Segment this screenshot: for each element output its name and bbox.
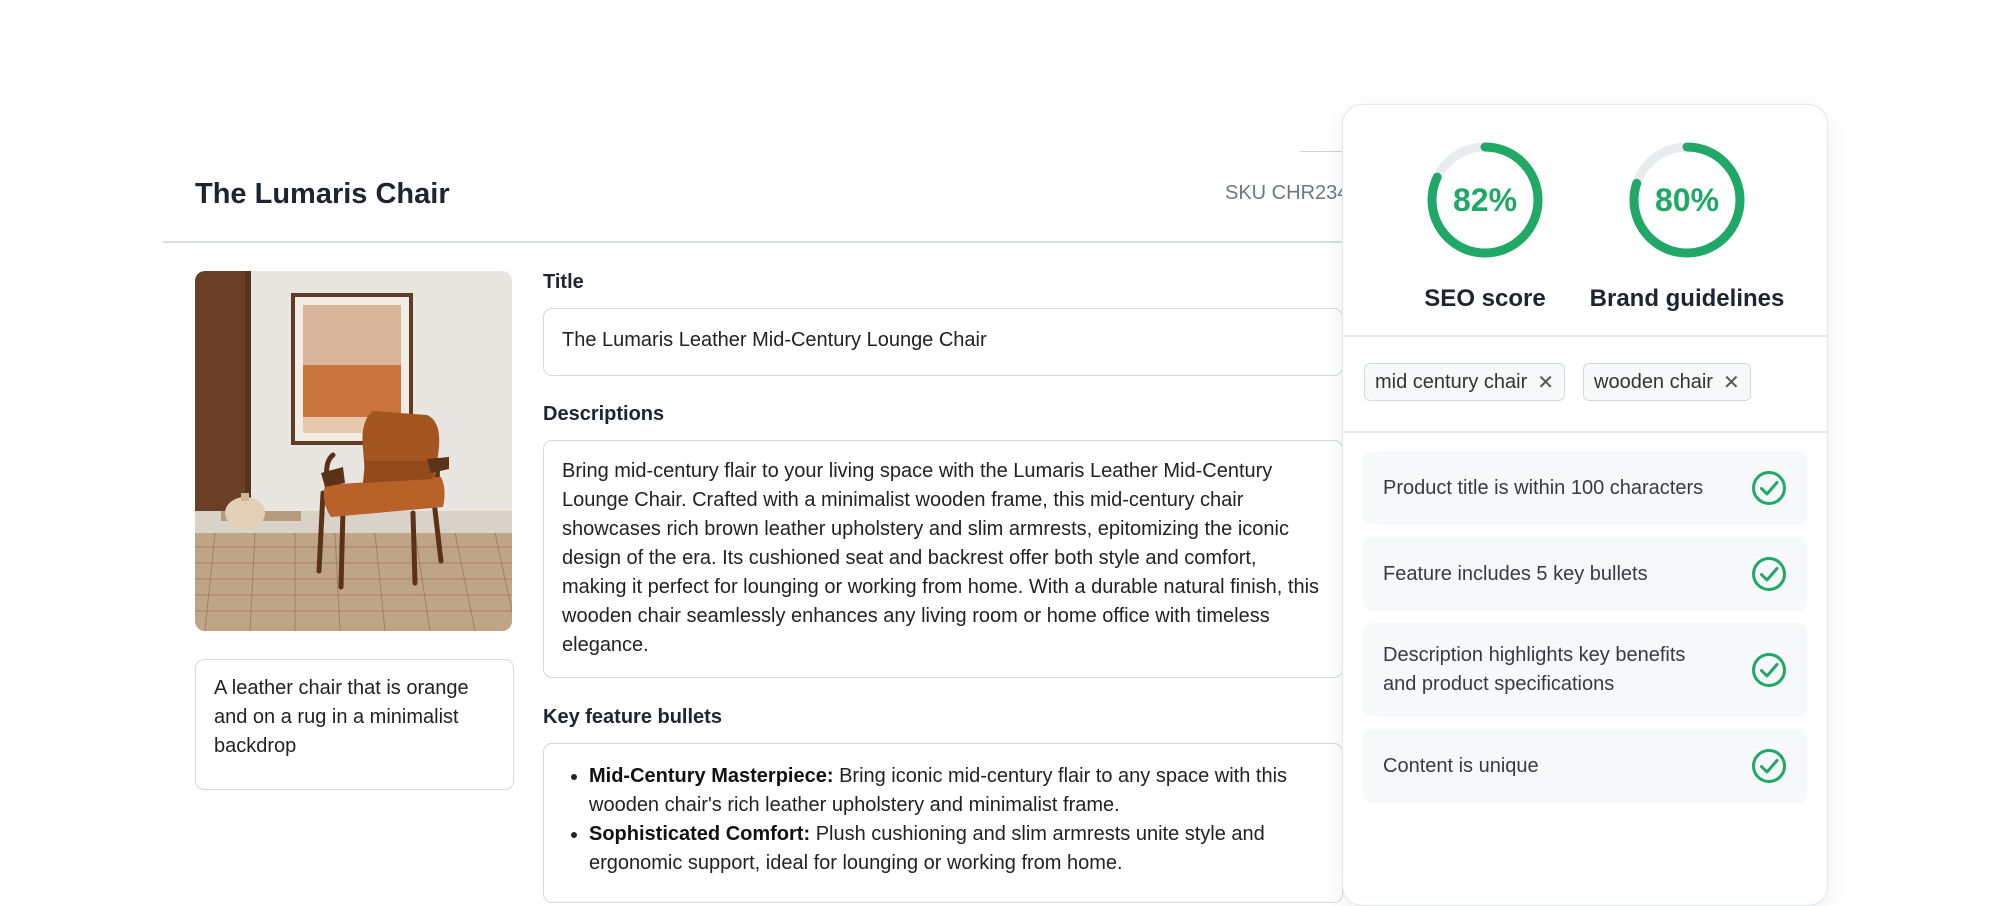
check-circle-icon — [1752, 749, 1786, 783]
title-input[interactable]: The Lumaris Leather Mid-Century Lounge C… — [543, 308, 1343, 376]
close-icon[interactable]: ✕ — [1537, 370, 1554, 395]
keyword-tag: wooden chair ✕ — [1583, 363, 1751, 401]
check-circle-icon — [1752, 557, 1786, 591]
description-textarea[interactable]: Bring mid-century flair to your living s… — [543, 440, 1343, 678]
keyword-tag-label: wooden chair — [1594, 370, 1713, 393]
check-item-label: Description highlights key benefits and … — [1383, 644, 1686, 695]
header-divider — [163, 241, 1343, 243]
image-alt-text[interactable]: A leather chair that is orange and on a … — [195, 659, 514, 790]
check-item: Content is unique — [1363, 729, 1807, 803]
title-label: Title — [543, 271, 584, 293]
content-score-panel: 82% SEO score 80% Brand guidelines mid c… — [1342, 104, 1828, 906]
bullets-label: Key feature bullets — [543, 706, 722, 728]
keyword-tag-label: mid century chair — [1375, 370, 1528, 393]
check-circle-icon — [1752, 653, 1786, 687]
check-item-label: Content is unique — [1383, 754, 1539, 777]
seo-score-value: 82% — [1452, 182, 1518, 218]
bullet-item: Sophisticated Comfort: Plush cushioning … — [589, 820, 1324, 878]
check-item: Description highlights key benefits and … — [1363, 623, 1807, 717]
brand-score-value: 80% — [1654, 182, 1720, 218]
check-item: Feature includes 5 key bullets — [1363, 537, 1807, 611]
divider — [1300, 151, 1344, 152]
check-item: Product title is within 100 characters — [1363, 451, 1807, 525]
check-item-label: Product title is within 100 characters — [1383, 476, 1704, 499]
check-circle-icon — [1752, 471, 1786, 505]
bullet-title: Mid-Century Masterpiece: — [589, 765, 834, 787]
brand-score-gauge: 80% — [1628, 141, 1746, 259]
brand-score-label: Brand guidelines — [1589, 285, 1785, 312]
sku-label: SKU CHR234 — [1225, 182, 1349, 204]
check-item-label: Feature includes 5 key bullets — [1383, 562, 1648, 585]
seo-score-label: SEO score — [1424, 285, 1546, 312]
product-image[interactable] — [195, 271, 512, 631]
keyword-tag: mid century chair ✕ — [1364, 363, 1566, 401]
bullets-editor[interactable]: Mid-Century Masterpiece: Bring iconic mi… — [543, 743, 1343, 903]
close-icon[interactable]: ✕ — [1723, 370, 1740, 395]
panel-divider — [1343, 335, 1827, 337]
bullet-item: Mid-Century Masterpiece: Bring iconic mi… — [589, 762, 1324, 820]
description-label: Descriptions — [543, 403, 665, 425]
bullet-title: Sophisticated Comfort: — [589, 823, 811, 845]
page-title: The Lumaris Chair — [195, 178, 450, 210]
panel-divider — [1343, 431, 1827, 433]
seo-score-gauge: 82% — [1426, 141, 1544, 259]
